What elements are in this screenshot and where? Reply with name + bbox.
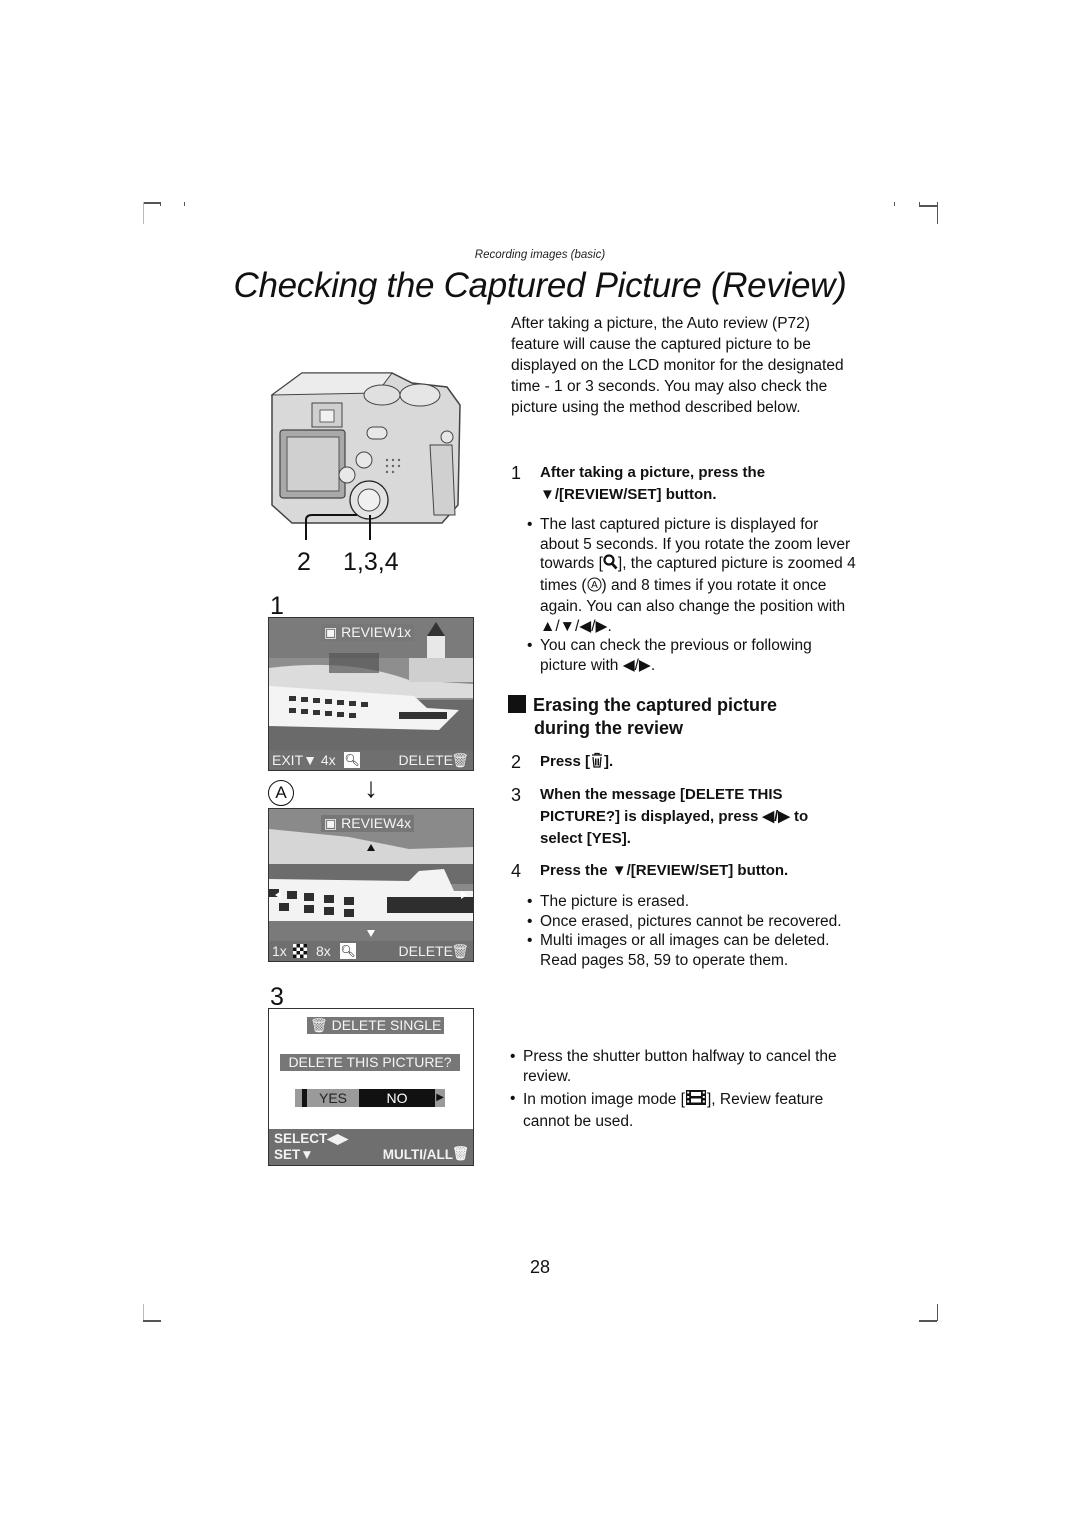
callout-label: 2 bbox=[297, 548, 311, 576]
multi-view-icon bbox=[293, 944, 307, 958]
callout-label: 1,3,4 bbox=[343, 548, 399, 576]
option-no[interactable]: NO bbox=[359, 1089, 435, 1107]
step-number: 1 bbox=[511, 463, 522, 483]
step-1-line1: After taking a picture, press the bbox=[540, 464, 766, 481]
crop-mark bbox=[937, 1304, 938, 1321]
crop-mark bbox=[937, 202, 938, 224]
yes-no-selector: YES NO ▶ bbox=[295, 1089, 445, 1107]
delete-prompt: DELETE THIS PICTURE? bbox=[280, 1054, 460, 1071]
trash-icon: 🗑︎ bbox=[310, 1017, 328, 1033]
step-2: 2 Press []. bbox=[511, 751, 851, 775]
trash-icon: 🗑︎ bbox=[451, 943, 469, 959]
down-arrow-icon: ↓ bbox=[364, 772, 378, 803]
trash-icon: 🗑︎ bbox=[451, 752, 469, 768]
bullet-item: You can check the previous or following … bbox=[527, 636, 857, 675]
lcd-screen-delete: 🗑︎ DELETE SINGLE DELETE THIS PICTURE? YE… bbox=[268, 1008, 474, 1166]
magnifier-icon: 🔍︎ bbox=[340, 943, 356, 959]
crop-mark bbox=[894, 202, 895, 206]
bullet-item: The picture is erased. bbox=[527, 892, 857, 912]
crop-mark bbox=[143, 1320, 161, 1322]
down-triangle-icon: ▼ bbox=[611, 862, 627, 879]
step-1-bullets: The last captured picture is displayed f… bbox=[527, 515, 857, 675]
svg-text:A: A bbox=[591, 580, 598, 591]
intro-paragraph: After taking a picture, the Auto review … bbox=[511, 315, 844, 416]
crop-mark bbox=[919, 202, 920, 206]
osd-title: ▣ REVIEW4x bbox=[321, 815, 415, 832]
page-number: 28 bbox=[529, 1257, 551, 1277]
magnifier-icon: 🔍︎ bbox=[344, 752, 360, 768]
section-marker-icon bbox=[508, 695, 526, 713]
step-1-line2: /[REVIEW/SET] button. bbox=[554, 486, 717, 503]
zoom-magnifier-icon bbox=[603, 554, 618, 576]
motion-image-film-icon bbox=[685, 1089, 707, 1112]
down-triangle-icon: ▼ bbox=[540, 486, 555, 503]
lcd-screen-review-4x: ▣ REVIEW4x 1x 8x 🔍︎ DELETE 🗑︎ bbox=[268, 808, 474, 962]
erase-bullets: The picture is erased. Once erased, pict… bbox=[527, 892, 857, 970]
page-title: Checking the Captured Picture (Review) bbox=[233, 266, 847, 305]
bullet-item: The last captured picture is displayed f… bbox=[527, 515, 857, 636]
circled-a-icon: A bbox=[587, 577, 602, 598]
notes: Press the shutter button halfway to canc… bbox=[510, 1047, 855, 1131]
crop-mark bbox=[919, 1320, 937, 1322]
crop-mark bbox=[184, 202, 185, 206]
step-4: 4 Press the ▼/[REVIEW/SET] button. bbox=[511, 861, 789, 881]
lcd-bottom-bar: EXIT▼ 4x 🔍︎ DELETE 🗑︎ bbox=[269, 750, 473, 770]
bullet-item: Multi images or all images can be delete… bbox=[527, 931, 857, 970]
lcd-bottom-bar: SELECT◀▶ SET▼ MULTI/ALL 🗑︎ bbox=[269, 1129, 473, 1165]
note-item: In motion image mode [], Review feature … bbox=[510, 1089, 855, 1131]
step-3: 3 When the message [DELETE THIS PICTURE?… bbox=[511, 785, 809, 847]
note-item: Press the shutter button halfway to canc… bbox=[510, 1047, 855, 1086]
osd-title: ▣ REVIEW1x bbox=[321, 624, 415, 641]
step-1: 1 After taking a picture, press the ▼/[R… bbox=[511, 462, 851, 506]
right-arrow-icon: ▶ bbox=[436, 1092, 444, 1103]
erase-section-heading: Erasing the captured picture during the … bbox=[508, 694, 848, 740]
crop-mark bbox=[160, 202, 161, 206]
section-header: Recording images (basic) bbox=[474, 249, 606, 261]
delete-mode-tag: 🗑︎ DELETE SINGLE bbox=[307, 1017, 445, 1034]
trash-icon: 🗑︎ bbox=[451, 1146, 469, 1161]
option-yes[interactable]: YES bbox=[307, 1089, 359, 1107]
circled-a-label: A bbox=[268, 780, 294, 806]
crop-mark bbox=[143, 1304, 144, 1321]
camera-illustration bbox=[262, 365, 472, 540]
trash-icon bbox=[590, 752, 604, 775]
crop-mark bbox=[143, 202, 144, 224]
review-mode-icon: ▣ bbox=[324, 624, 338, 640]
bullet-item: Once erased, pictures cannot be recovere… bbox=[527, 912, 857, 932]
crop-mark bbox=[919, 205, 937, 207]
review-mode-icon: ▣ bbox=[324, 815, 338, 831]
crop-mark bbox=[143, 202, 161, 204]
lcd-bottom-bar: 1x 8x 🔍︎ DELETE 🗑︎ bbox=[269, 941, 473, 961]
lcd-screen-review-1x: ▣ REVIEW1x EXIT▼ 4x 🔍︎ DELETE 🗑︎ bbox=[268, 617, 474, 771]
